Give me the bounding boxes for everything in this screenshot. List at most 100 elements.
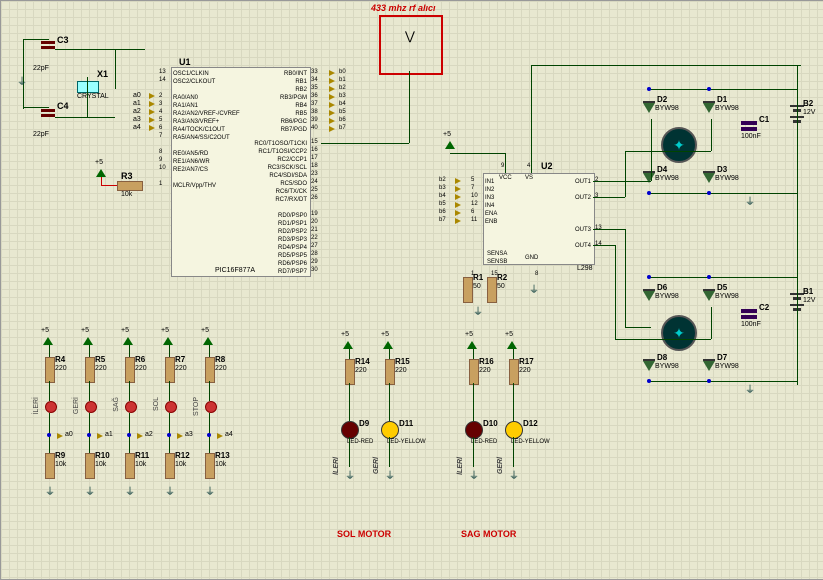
cap-C2[interactable] [741, 309, 757, 319]
U1-part: PIC16F877A [215, 267, 255, 274]
res-R1[interactable] [463, 277, 473, 303]
C4-val: 22pF [33, 131, 49, 138]
B1-ref: B1 [803, 287, 813, 296]
motor-2[interactable]: ✦ [661, 315, 697, 351]
res-R6[interactable] [125, 357, 135, 383]
cap-C3[interactable] [41, 41, 55, 51]
diode-D6[interactable] [643, 289, 655, 301]
R4-val: 220 [55, 365, 67, 372]
D10-val: LED-RED [471, 439, 497, 445]
R10-val: 10k [95, 461, 106, 468]
cap-C4[interactable] [41, 109, 55, 119]
res-R13[interactable] [205, 453, 215, 479]
D6-val: BYW98 [655, 293, 679, 300]
res-R7[interactable] [165, 357, 175, 383]
res-R16[interactable] [469, 359, 479, 385]
X1-ref: X1 [97, 69, 108, 79]
C1-val: 100nF [741, 133, 761, 140]
vcc-sol1 [343, 341, 353, 349]
button-stop[interactable] [205, 401, 217, 413]
R8-val: 220 [215, 365, 227, 372]
res-R5[interactable] [85, 357, 95, 383]
D1-val: BYW98 [715, 105, 739, 112]
R1-ref: R1 [473, 273, 483, 282]
sag-geri-label: GERİ [497, 457, 504, 474]
R7-val: 220 [175, 365, 187, 372]
R5-val: 220 [95, 365, 107, 372]
diode-D7[interactable] [703, 359, 715, 371]
diode-D3[interactable] [703, 171, 715, 183]
led-D11[interactable] [381, 421, 399, 439]
res-R10[interactable] [85, 453, 95, 479]
rf-module-label: 433 mhz rf alıcı [371, 3, 436, 13]
C3-ref: C3 [57, 35, 69, 45]
cap-C1[interactable] [741, 121, 757, 131]
R4-ref: R4 [55, 355, 65, 364]
res-R4[interactable] [45, 357, 55, 383]
gnd-btn1: ⏚ [45, 483, 55, 498]
R13-ref: R13 [215, 451, 230, 460]
R17-ref: R17 [519, 357, 534, 366]
R15-val: 220 [395, 367, 407, 374]
R8-ref: R8 [215, 355, 225, 364]
R6-val: 220 [135, 365, 147, 372]
D3-val: BYW98 [715, 175, 739, 182]
D11-ref: D11 [399, 419, 413, 428]
sol-ileri-label: İLERİ [333, 457, 340, 475]
B2-ref: B2 [803, 99, 813, 108]
led-D9[interactable] [341, 421, 359, 439]
diode-D1[interactable] [703, 101, 715, 113]
btn-label-stop: STOP [193, 397, 200, 416]
sag-ileri-label: İLERİ [457, 457, 464, 475]
motor-1[interactable]: ✦ [661, 127, 697, 163]
R3-ref: R3 [121, 171, 133, 181]
C2-ref: C2 [759, 303, 769, 312]
D2-val: BYW98 [655, 105, 679, 112]
D5-ref: D5 [717, 283, 727, 292]
gnd-m2: ⏚ [745, 381, 755, 396]
D7-val: BYW98 [715, 363, 739, 370]
gnd-sense: ⏚ [473, 303, 483, 318]
R17-val: 220 [519, 367, 531, 374]
D9-val: LED-RED [347, 439, 373, 445]
btn-label-ileri: İLERİ [33, 397, 40, 415]
R16-ref: R16 [479, 357, 494, 366]
B2-val: 12V [803, 109, 815, 116]
led-D12[interactable] [505, 421, 523, 439]
button-geri[interactable] [85, 401, 97, 413]
res-R12[interactable] [165, 453, 175, 479]
R13-val: 10k [215, 461, 226, 468]
res-R9[interactable] [45, 453, 55, 479]
R10-ref: R10 [95, 451, 110, 460]
res-R3[interactable] [117, 181, 143, 191]
button-sag[interactable] [125, 401, 137, 413]
D12-ref: D12 [523, 419, 538, 428]
D7-ref: D7 [717, 353, 727, 362]
schematic-canvas[interactable]: 433 mhz rf alıcı ⋁ C3 22pF C4 22pF X1 CR… [0, 0, 823, 580]
vcc-sag1 [467, 341, 477, 349]
button-sol[interactable] [165, 401, 177, 413]
diode-D5[interactable] [703, 289, 715, 301]
C2-val: 100nF [741, 321, 761, 328]
U2-part: L298 [577, 265, 593, 272]
crystal-X1[interactable] [77, 81, 99, 93]
res-R15[interactable] [385, 359, 395, 385]
res-R8[interactable] [205, 357, 215, 383]
gnd-sag1: ⏚ [469, 467, 479, 482]
gnd-u2: ⏚ [529, 281, 539, 296]
R14-val: 220 [355, 367, 367, 374]
R3-val: 10k [121, 191, 132, 198]
diode-D2[interactable] [643, 101, 655, 113]
diode-D8[interactable] [643, 359, 655, 371]
D1-ref: D1 [717, 95, 727, 104]
button-ileri[interactable] [45, 401, 57, 413]
C3-val: 22pF [33, 65, 49, 72]
res-R2[interactable] [487, 277, 497, 303]
res-R11[interactable] [125, 453, 135, 479]
res-R14[interactable] [345, 359, 355, 385]
R1-val: 50 [473, 283, 481, 290]
D4-val: BYW98 [655, 175, 679, 182]
B1-val: 12V [803, 297, 815, 304]
res-R17[interactable] [509, 359, 519, 385]
led-D10[interactable] [465, 421, 483, 439]
